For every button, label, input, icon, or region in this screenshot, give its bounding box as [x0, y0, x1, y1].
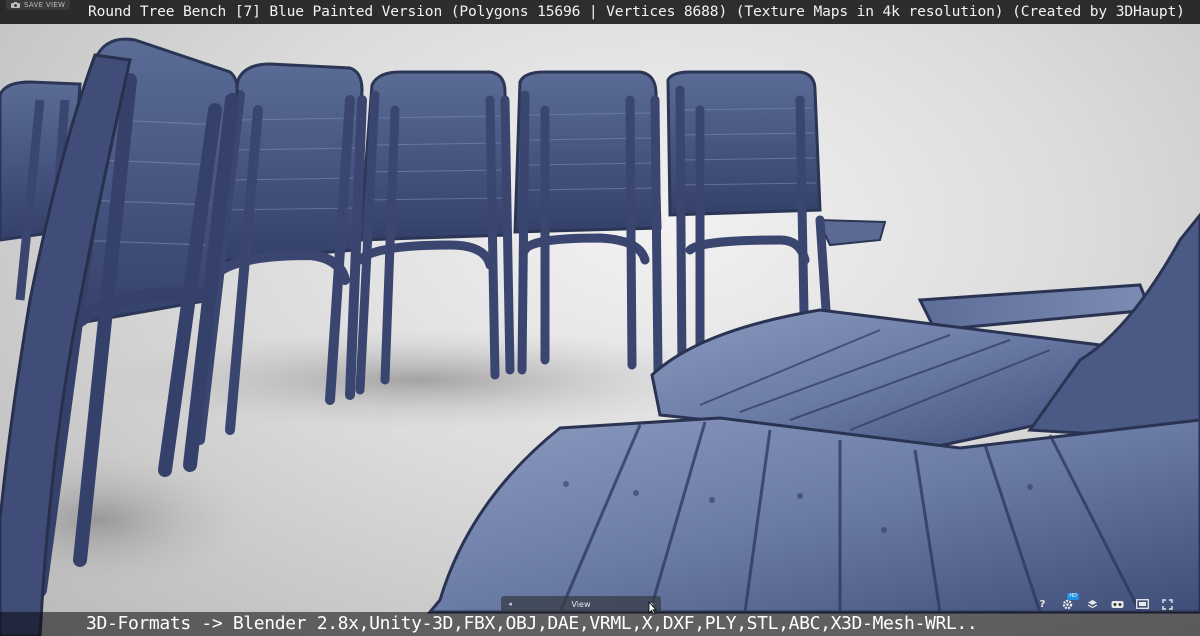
settings-button[interactable]: HD — [1059, 593, 1079, 611]
bench-3d-render — [0, 37, 1200, 636]
3d-viewport[interactable]: SAVE VIEW Round Tree Bench [7] Blue Pain… — [0, 0, 1200, 636]
previous-view-button[interactable]: ◂ — [501, 596, 519, 612]
help-button[interactable]: ? — [1034, 597, 1051, 611]
hd-badge: HD — [1067, 593, 1079, 600]
camera-icon — [11, 2, 20, 8]
save-view-button[interactable]: SAVE VIEW — [6, 0, 71, 10]
layers-icon — [1087, 599, 1098, 608]
fullscreen-icon — [1162, 598, 1173, 610]
layers-button[interactable] — [1084, 597, 1101, 611]
view-selector: ◂ View ▸ — [501, 596, 661, 612]
fullscreen-button[interactable] — [1159, 597, 1176, 611]
screen-icon — [1136, 599, 1149, 609]
formats-caption: 3D-Formats -> Blender 2.8x,Unity-3D,FBX,… — [86, 613, 978, 634]
view-label: View — [571, 599, 591, 609]
viewer-toolbar: ? HD — [1034, 593, 1176, 611]
display-settings-button[interactable] — [1134, 597, 1151, 611]
chevron-left-icon: ◂ — [508, 600, 512, 608]
vr-headset-icon — [1111, 600, 1124, 608]
help-icon: ? — [1039, 598, 1046, 610]
gear-icon — [1062, 599, 1073, 609]
model-title: Round Tree Bench [7] Blue Painted Versio… — [88, 3, 1185, 20]
vr-button[interactable] — [1109, 597, 1126, 611]
mouse-pointer-icon — [648, 601, 657, 615]
save-view-label: SAVE VIEW — [24, 1, 66, 9]
